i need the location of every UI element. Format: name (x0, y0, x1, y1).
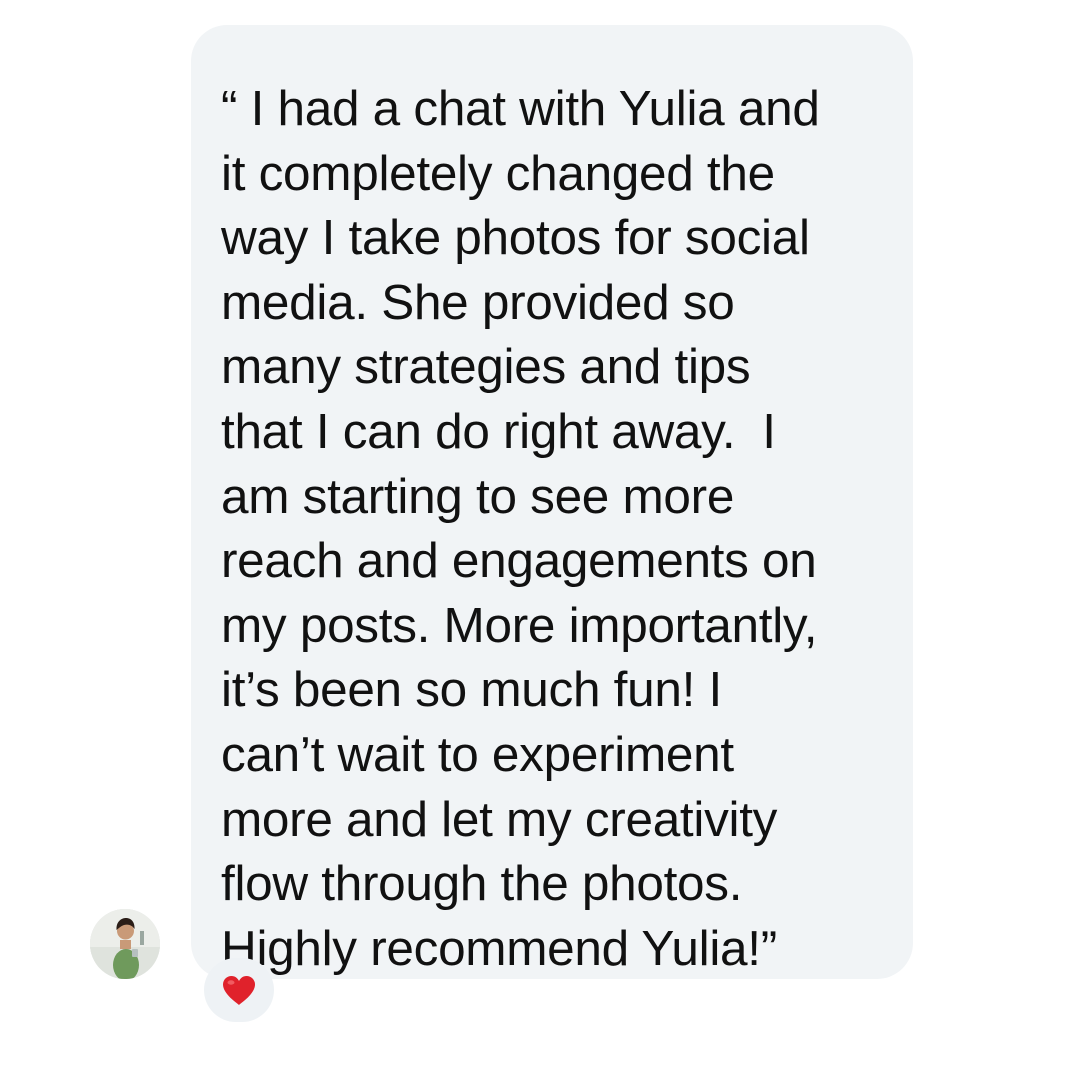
reaction-badge[interactable] (204, 958, 274, 1022)
message-line: reach and engagements on (221, 533, 817, 589)
message-line: way I take photos for social (221, 210, 810, 266)
profile-photo-avatar-icon (90, 909, 160, 979)
message-line: my posts. More importantly, (221, 597, 818, 653)
message-line: that I can do right away. I (221, 403, 776, 459)
message-line: it completely changed the (221, 145, 775, 201)
chat-thread: “ I had a chat with Yulia and it complet… (0, 0, 1073, 1073)
message-line: it’s been so much fun! I (221, 662, 722, 718)
message-line: Highly recommend Yulia!” (221, 920, 777, 976)
message-line: media. She provided so (221, 274, 735, 330)
message-line: am starting to see more (221, 468, 735, 524)
message-line: “ I had a chat with Yulia and (221, 81, 820, 136)
message-line: can’t wait to experiment (221, 726, 734, 782)
sender-avatar[interactable] (90, 909, 160, 979)
message-line: flow through the photos. (221, 856, 743, 912)
red-heart-icon (223, 976, 255, 1005)
message-line: many strategies and tips (221, 339, 751, 395)
message-bubble[interactable]: “ I had a chat with Yulia and it complet… (191, 25, 913, 979)
message-line: more and let my creativity (221, 791, 778, 847)
